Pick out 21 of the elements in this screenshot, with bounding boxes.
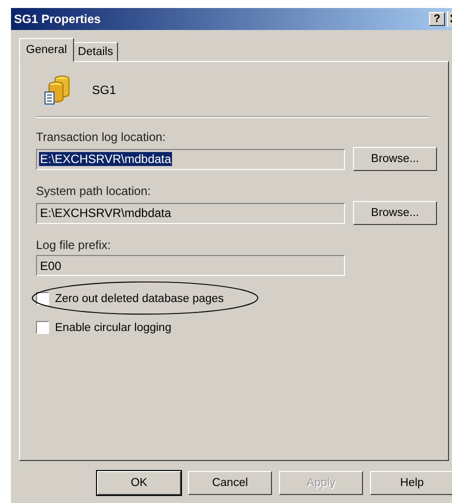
input-field[interactable]: E:\EXCHSRVR\mdbdata bbox=[36, 148, 345, 170]
dialog-button[interactable]: OK bbox=[97, 471, 181, 495]
dialog-button[interactable]: Cancel bbox=[188, 471, 272, 495]
field-label: System path location: bbox=[36, 184, 151, 198]
checkbox[interactable] bbox=[36, 321, 49, 334]
tab[interactable]: General bbox=[19, 38, 74, 62]
field-label: Log file prefix: bbox=[36, 238, 111, 252]
database-icon bbox=[44, 74, 72, 106]
tab[interactable]: Details bbox=[72, 42, 118, 62]
browse-button[interactable]: Browse... bbox=[353, 147, 437, 171]
browse-button[interactable]: Browse... bbox=[353, 201, 437, 225]
input-field[interactable]: E00 bbox=[36, 255, 345, 276]
help-button[interactable]: ? bbox=[429, 12, 445, 26]
checkbox[interactable] bbox=[36, 292, 49, 305]
input-field[interactable]: E:\EXCHSRVR\mdbdata bbox=[36, 202, 345, 224]
field-label: Transaction log location: bbox=[36, 130, 166, 144]
dialog-button[interactable]: Help bbox=[370, 471, 452, 495]
checkbox-label: Enable circular logging bbox=[55, 322, 172, 334]
window-title: SG1 Properties bbox=[14, 12, 102, 26]
checkbox-label: Zero out deleted database pages bbox=[55, 292, 224, 304]
storage-group-name: SG1 bbox=[92, 83, 116, 97]
